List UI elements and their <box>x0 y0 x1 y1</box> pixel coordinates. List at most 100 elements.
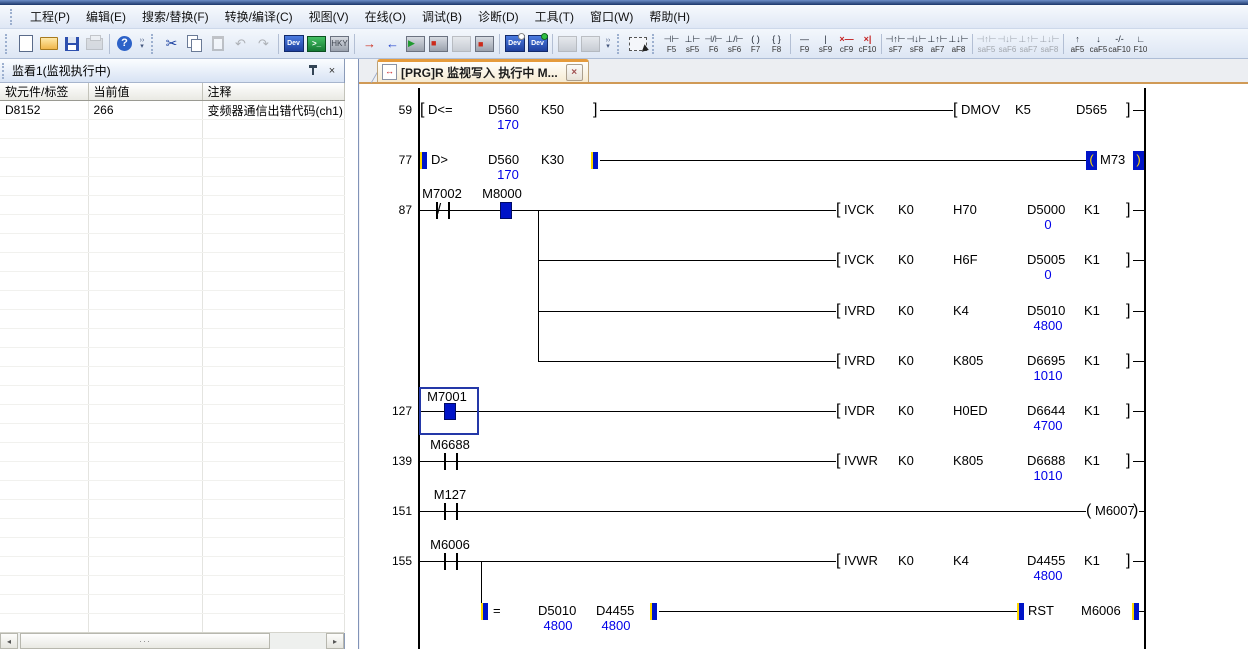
operand[interactable]: K805 <box>953 353 983 369</box>
operand[interactable]: K4 <box>953 303 969 319</box>
watch-empty-cell[interactable] <box>0 405 88 424</box>
compare-operator[interactable]: = <box>493 603 501 619</box>
watch-empty-cell[interactable] <box>88 462 202 481</box>
watch-empty-cell[interactable] <box>0 367 88 386</box>
watch-empty-cell[interactable] <box>88 367 202 386</box>
coil-device[interactable]: M6007 <box>1095 503 1135 519</box>
pin-panel-button[interactable] <box>305 63 321 78</box>
watch-empty-row[interactable] <box>0 177 344 196</box>
watch-horizontal-scrollbar[interactable]: ◂ ··· ▸ <box>0 632 344 649</box>
watch-empty-cell[interactable] <box>0 424 88 443</box>
menu-find-replace[interactable]: 搜索/替换(F) <box>134 5 217 28</box>
toolbar-overflow-button[interactable]: ››▾ <box>602 33 614 55</box>
watch-empty-cell[interactable] <box>202 177 344 196</box>
watch-empty-cell[interactable] <box>0 234 88 253</box>
instruction-name[interactable]: IVDR <box>844 403 875 419</box>
watch-empty-cell[interactable] <box>202 443 344 462</box>
operand[interactable]: K1 <box>1084 403 1100 419</box>
watch-empty-row[interactable] <box>0 291 344 310</box>
energized-compare-bracket[interactable] <box>591 152 598 169</box>
paste-button[interactable] <box>206 32 229 55</box>
watch-empty-cell[interactable] <box>202 481 344 500</box>
device-token[interactable]: D560 <box>488 102 519 118</box>
watch-empty-cell[interactable] <box>202 614 344 633</box>
operand[interactable]: K1 <box>1084 202 1100 218</box>
ladder-vline-button[interactable]: |sF9 <box>815 34 836 54</box>
instruction-name[interactable]: IVWR <box>844 453 878 469</box>
operand[interactable]: K1 <box>1084 303 1100 319</box>
energized-coil-paren[interactable]: ) <box>1133 151 1144 170</box>
contact-label[interactable]: M6006 <box>426 537 474 552</box>
new-project-button[interactable] <box>14 32 37 55</box>
watch-empty-cell[interactable] <box>88 443 202 462</box>
no-contact-bar[interactable] <box>444 553 446 570</box>
watch-empty-cell[interactable] <box>202 310 344 329</box>
operand[interactable]: K1 <box>1084 252 1100 268</box>
ladder-open-branch-button[interactable]: ⊥⊢sF5 <box>682 34 703 54</box>
scroll-left-button[interactable]: ◂ <box>0 633 18 649</box>
operand[interactable]: D5010 <box>1027 303 1065 319</box>
watch-empty-cell[interactable] <box>88 139 202 158</box>
operand[interactable]: K0 <box>898 453 914 469</box>
operand[interactable]: H6F <box>953 252 978 268</box>
watch-empty-row[interactable] <box>0 500 344 519</box>
menu-project[interactable]: 工程(P) <box>22 5 78 28</box>
watch-empty-cell[interactable] <box>202 120 344 139</box>
monitor-pause-button[interactable] <box>450 32 473 55</box>
scrollbar-thumb[interactable]: ··· <box>20 633 270 649</box>
watch-empty-cell[interactable] <box>88 234 202 253</box>
operand[interactable]: D6695 <box>1027 353 1065 369</box>
energized-compare-bracket[interactable] <box>481 603 488 620</box>
watch-empty-cell[interactable] <box>88 196 202 215</box>
watch-empty-cell[interactable] <box>0 291 88 310</box>
watch-empty-cell[interactable] <box>202 576 344 595</box>
contact-label[interactable]: M6688 <box>426 437 474 452</box>
operand[interactable]: H0ED <box>953 403 988 419</box>
watch-row[interactable]: D8152 266 变频器通信出错代码(ch1) <box>0 101 344 120</box>
operand[interactable]: K5 <box>1015 102 1031 118</box>
watch-empty-cell[interactable] <box>202 196 344 215</box>
device-monitor-button[interactable]: Dev <box>282 32 305 55</box>
coil-device[interactable]: M73 <box>1100 152 1125 168</box>
operand[interactable]: K0 <box>898 202 914 218</box>
watch-empty-cell[interactable] <box>88 329 202 348</box>
watch-empty-cell[interactable] <box>0 310 88 329</box>
watch-empty-cell[interactable] <box>88 386 202 405</box>
watch-empty-cell[interactable] <box>202 405 344 424</box>
monitor-stop-button[interactable]: ■ <box>427 32 450 55</box>
ladder-pulse-ne-button[interactable]: ⊥↓⊢saF8 <box>1039 34 1060 54</box>
compare-operator[interactable]: D<= <box>428 102 453 118</box>
device-token[interactable]: K30 <box>541 152 564 168</box>
window-cascade-button[interactable] <box>579 32 602 55</box>
instruction-name[interactable]: IVCK <box>844 202 874 218</box>
operand[interactable]: M6006 <box>1081 603 1121 619</box>
operand[interactable]: K0 <box>898 553 914 569</box>
energized-instruction-bracket[interactable] <box>1017 603 1024 620</box>
watch-empty-cell[interactable] <box>88 177 202 196</box>
watch-empty-row[interactable] <box>0 215 344 234</box>
terminal-monitor-button[interactable]: >_ <box>305 32 328 55</box>
toolbar-overflow-button[interactable]: ››▾ <box>136 33 148 55</box>
watch-value-cell[interactable]: 266 <box>88 101 202 120</box>
operand[interactable]: D5005 <box>1027 252 1065 268</box>
watch-empty-cell[interactable] <box>202 519 344 538</box>
operand[interactable]: K0 <box>898 252 914 268</box>
menu-debug[interactable]: 调试(B) <box>414 5 470 28</box>
cut-button[interactable]: ✂ <box>160 32 183 55</box>
menu-view[interactable]: 视图(V) <box>301 5 357 28</box>
read-from-plc-button[interactable]: ← <box>381 32 404 55</box>
operand[interactable]: D5000 <box>1027 202 1065 218</box>
close-panel-button[interactable]: × <box>324 63 340 78</box>
watch-empty-cell[interactable] <box>202 139 344 158</box>
ladder-pulse-ne-button[interactable]: ⊣↓⊢saF6 <box>997 34 1018 54</box>
watch-empty-row[interactable] <box>0 481 344 500</box>
operand[interactable]: K0 <box>898 353 914 369</box>
watch-empty-cell[interactable] <box>0 215 88 234</box>
open-project-button[interactable] <box>37 32 60 55</box>
instruction-name[interactable]: DMOV <box>961 102 1000 118</box>
ladder-rising-pulse-button[interactable]: ⊣↑⊢sF7 <box>885 34 906 54</box>
ladder-coil-button[interactable]: ( )F7 <box>745 34 766 54</box>
watch-empty-cell[interactable] <box>88 215 202 234</box>
compare-operator[interactable]: D> <box>431 152 448 168</box>
energized-coil-paren[interactable]: ( <box>1086 151 1097 170</box>
